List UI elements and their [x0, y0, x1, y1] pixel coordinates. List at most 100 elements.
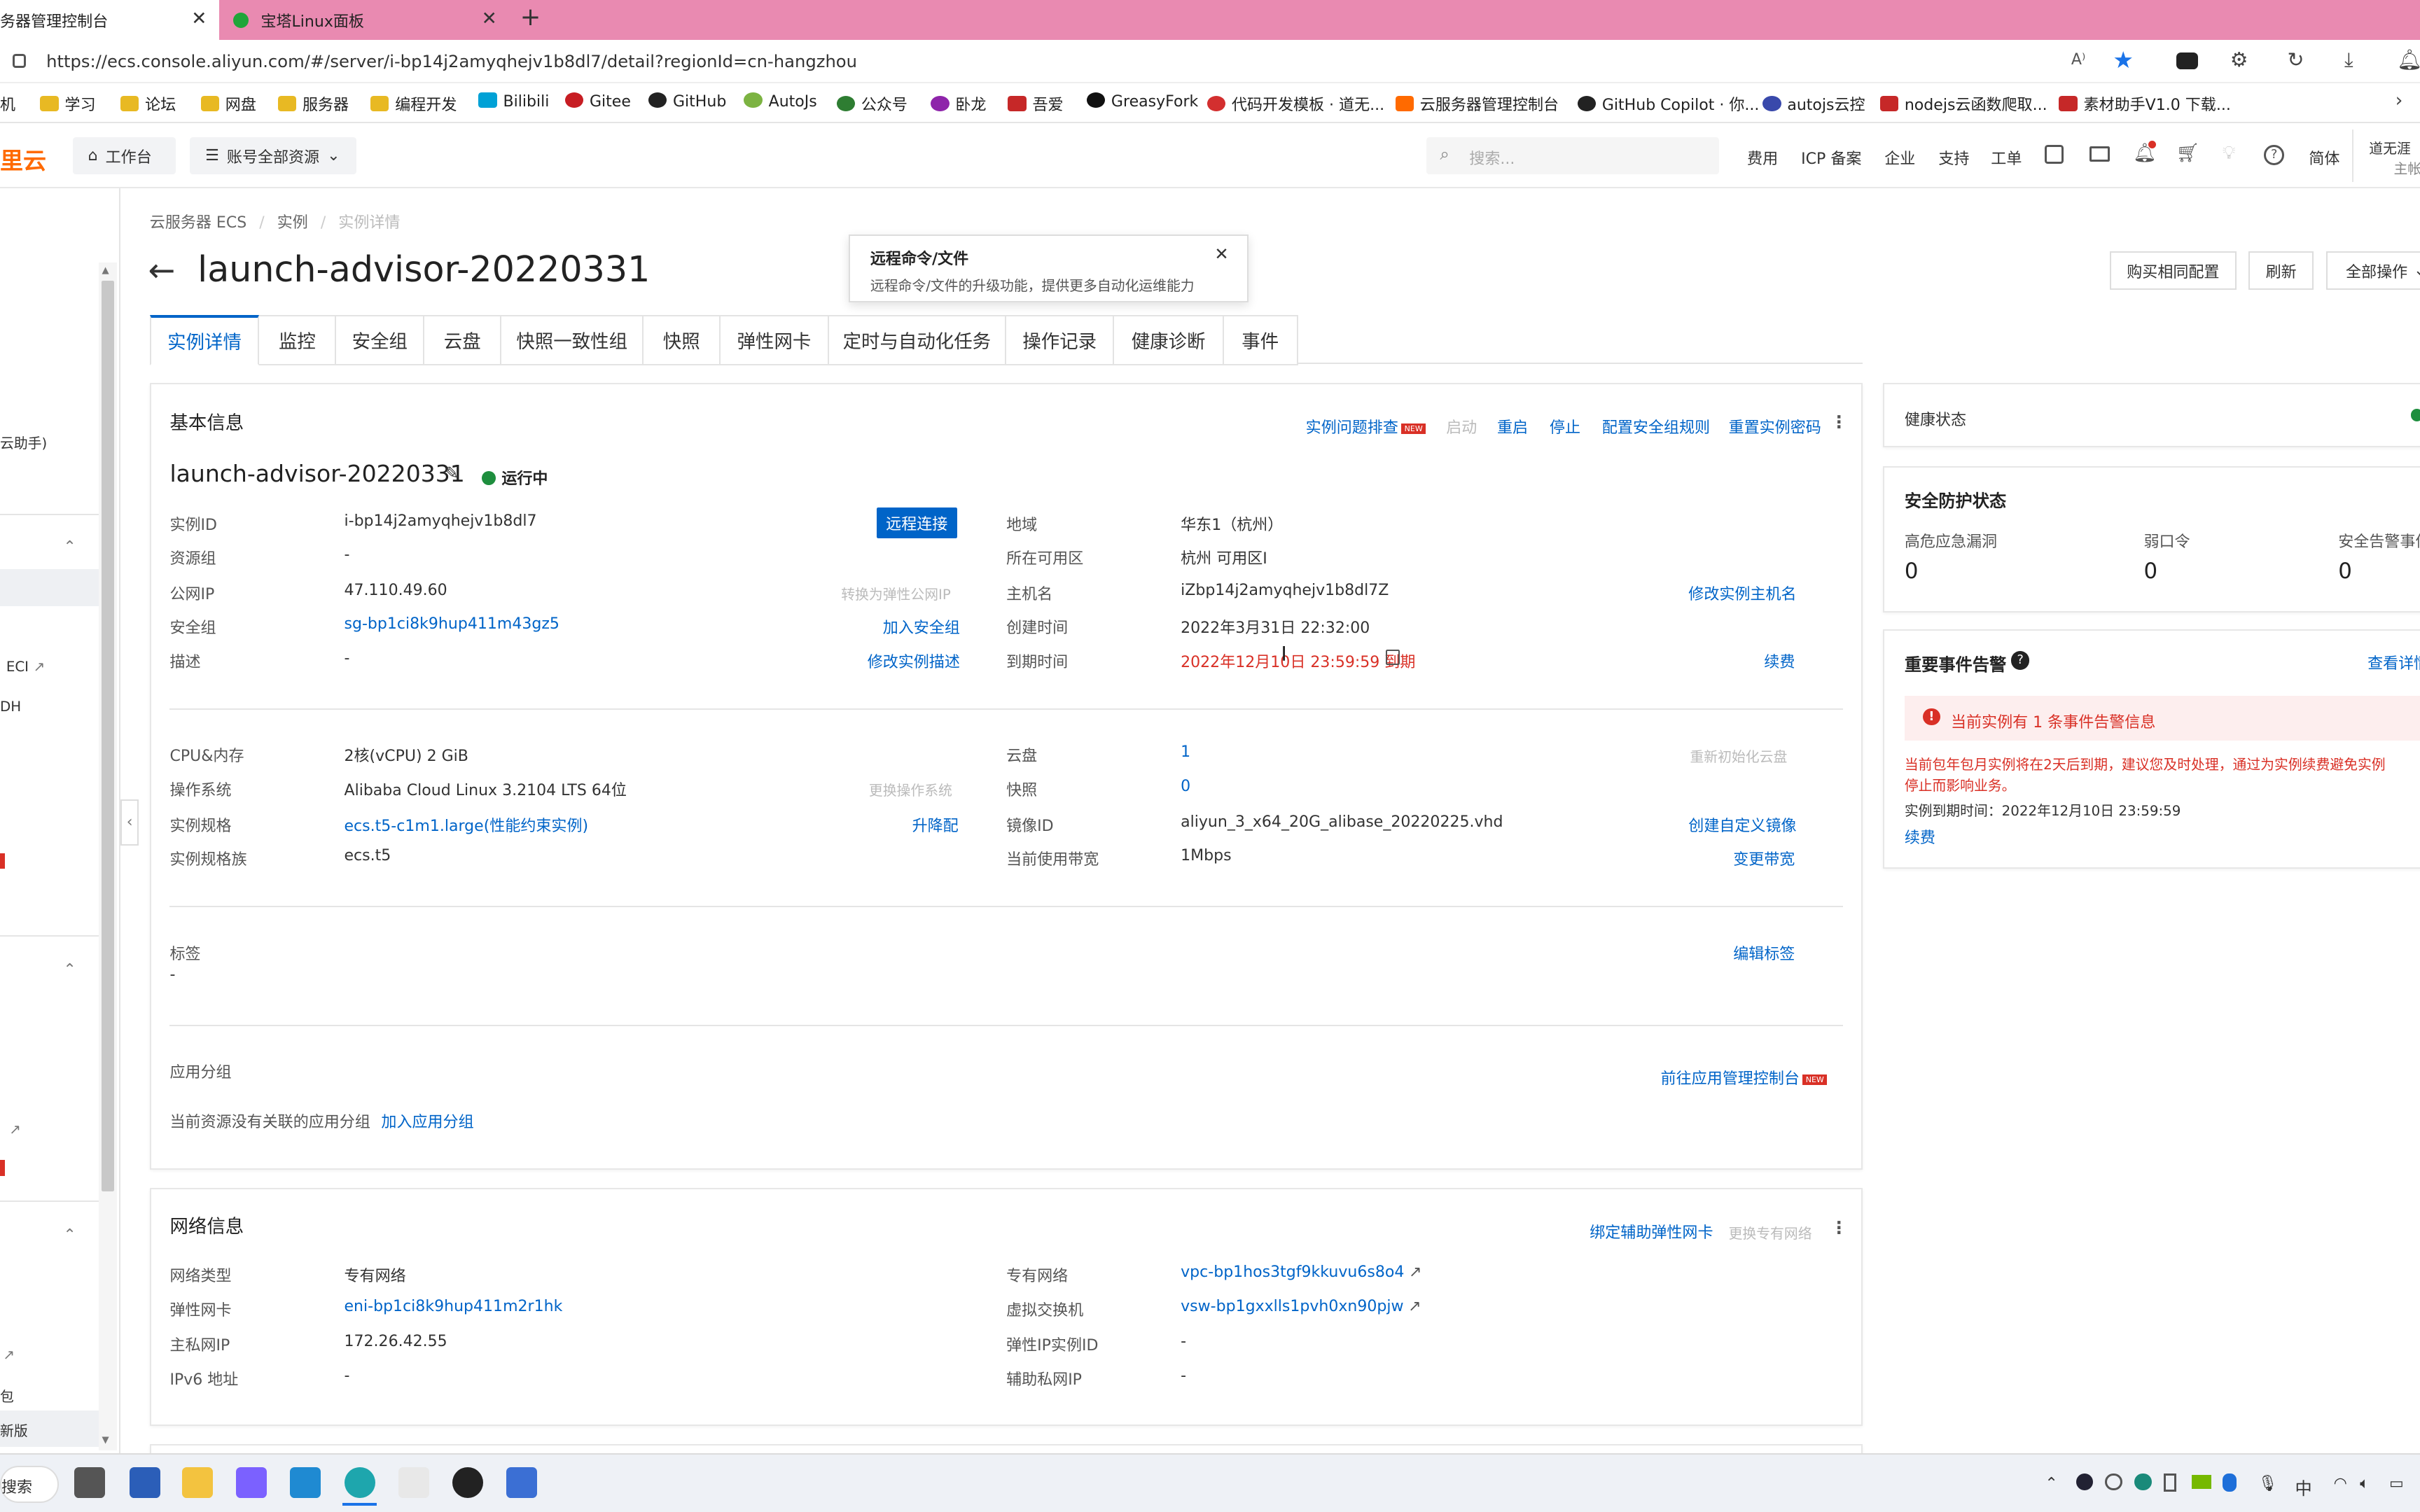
bookmark-item[interactable]: AutoJs: [744, 92, 817, 111]
tray-app-icon[interactable]: [2105, 1473, 2122, 1491]
create-image-link[interactable]: 创建自定义镜像: [1688, 813, 1796, 836]
tab-automation[interactable]: 定时与自动化任务: [828, 314, 1007, 366]
tab-snapshot[interactable]: 快照: [644, 314, 721, 366]
bookmark-item[interactable]: 公众号: [836, 92, 908, 115]
change-vpc-link[interactable]: 更换专有网络: [1729, 1222, 1812, 1242]
workbench-button[interactable]: ⌂ 工作台: [72, 137, 176, 175]
bind-eni-link[interactable]: 绑定辅助弹性网卡: [1590, 1220, 1713, 1242]
ime-indicator[interactable]: 中: [2295, 1475, 2311, 1499]
url-input[interactable]: https://ecs.console.aliyun.com/#/server/…: [46, 51, 857, 71]
security-value[interactable]: 0: [1905, 559, 1919, 584]
bookmark-folder[interactable]: 论坛: [120, 92, 176, 115]
external-link-icon[interactable]: ↗: [9, 1121, 21, 1138]
bookmark-item[interactable]: 卧龙: [931, 92, 986, 115]
nvidia-icon[interactable]: [2191, 1475, 2212, 1489]
edit-hostname-link[interactable]: 修改实例主机名: [1688, 582, 1796, 604]
bookmark-folder[interactable]: 服务器: [277, 92, 349, 115]
security-value[interactable]: 0: [2143, 559, 2157, 584]
app-icon[interactable]: [398, 1467, 429, 1499]
bookmark-item[interactable]: GitHub Copilot · 你...: [1577, 92, 1759, 115]
lightbulb-icon[interactable]: 💡︎: [2223, 142, 2236, 164]
close-icon[interactable]: ✕: [191, 8, 207, 29]
bell-icon[interactable]: 🔔︎: [2397, 48, 2420, 71]
bookmark-folder[interactable]: 编程开发: [370, 92, 457, 115]
security-group-link[interactable]: sg-bp1ci8k9hup411m43gz5: [345, 615, 559, 633]
browser-tab[interactable]: 宝塔Linux面板 ✕: [224, 0, 510, 40]
remote-connect-button[interactable]: 远程连接: [876, 507, 957, 539]
favorite-star-icon[interactable]: ★: [2113, 46, 2134, 74]
instance-type-link[interactable]: ecs.t5-c1m1.large(性能约束实例): [345, 813, 589, 836]
more-vertical-icon[interactable]: ⋮: [1830, 1217, 1847, 1238]
sidebar-item-selected[interactable]: [0, 569, 99, 607]
reinit-disk-link[interactable]: 重新初始化云盘: [1690, 746, 1787, 766]
change-os-link[interactable]: 更换操作系统: [869, 779, 952, 799]
tab-disk[interactable]: 云盘: [424, 314, 502, 366]
edge-icon[interactable]: [344, 1467, 375, 1499]
bookmark-folder[interactable]: 学习: [40, 92, 96, 115]
stop-button[interactable]: 停止: [1550, 415, 1580, 438]
tab-events[interactable]: 事件: [1223, 314, 1298, 366]
aliyun-logo[interactable]: 里云: [0, 142, 46, 176]
bookmark-item[interactable]: Bilibili: [478, 92, 549, 111]
tray-app-icon[interactable]: [2134, 1473, 2152, 1491]
restart-button[interactable]: 重启: [1497, 415, 1528, 438]
sidebar-item-cloud-assistant[interactable]: 云助手): [0, 432, 47, 452]
microphone-icon[interactable]: 🎙︎: [2258, 1475, 2278, 1492]
read-aloud-icon[interactable]: A⁾: [2071, 51, 2085, 69]
external-link-icon[interactable]: ↗: [3, 1347, 15, 1363]
nav-support[interactable]: 支持: [1938, 146, 1969, 169]
snapshot-count-link[interactable]: 0: [1181, 778, 1190, 795]
tab-security-group[interactable]: 安全组: [336, 314, 425, 366]
scroll-up-icon[interactable]: ▲: [102, 265, 109, 276]
tab-snapshot-consistency[interactable]: 快照一致性组: [501, 314, 644, 366]
sidebar-scrollbar-thumb[interactable]: [102, 281, 115, 1191]
bookmark-item[interactable]: 吾爱: [1008, 92, 1064, 115]
image-icon[interactable]: [2089, 146, 2110, 162]
search-input[interactable]: ⌕ 搜索...: [1426, 137, 1720, 175]
tab-eni[interactable]: 弹性网卡: [721, 314, 829, 366]
breadcrumb-ecs[interactable]: 云服务器 ECS: [150, 214, 246, 232]
copy-icon[interactable]: [1386, 649, 1400, 665]
sidebar-collapse-button[interactable]: ‹: [120, 799, 139, 846]
troubleshoot-link[interactable]: 实例问题排查 NEW: [1306, 415, 1426, 438]
edit-description-link[interactable]: 修改实例描述: [868, 650, 960, 672]
battery-icon[interactable]: ▭: [2389, 1475, 2404, 1492]
edit-pencil-icon[interactable]: ✎: [445, 463, 459, 483]
help-icon[interactable]: ?: [2010, 651, 2030, 670]
edit-tags-link[interactable]: 编辑标签: [1733, 941, 1795, 964]
sidebar-item-new-version[interactable]: 新版: [0, 1410, 99, 1448]
browser-tab-active[interactable]: 务器管理控制台 ✕: [0, 0, 219, 41]
puzzle-icon[interactable]: ⚙: [2230, 48, 2248, 71]
more-vertical-icon[interactable]: ⋮: [1830, 412, 1847, 432]
nav-enterprise[interactable]: 企业: [1884, 146, 1915, 169]
renew-link[interactable]: 续费: [1764, 650, 1795, 672]
history-icon[interactable]: ↻: [2287, 48, 2304, 71]
chevron-up-icon[interactable]: ⌃: [63, 538, 76, 556]
vswitch-link[interactable]: vsw-bp1gxxlls1pvh0xn90pjw ↗: [1181, 1298, 1421, 1315]
language-switch[interactable]: 简体: [2309, 146, 2339, 169]
cloud-shell-icon[interactable]: [2045, 145, 2064, 164]
reset-password-link[interactable]: 重置实例密码: [1729, 415, 1821, 438]
bookmark-item[interactable]: Gitee: [564, 92, 631, 111]
app-console-link[interactable]: 前往应用管理控制台 NEW: [1661, 1066, 1828, 1088]
taskbar-search[interactable]: 搜索: [0, 1465, 59, 1503]
task-view-icon[interactable]: [74, 1467, 105, 1499]
disk-count-link[interactable]: 1: [1181, 743, 1190, 761]
config-sg-rule-link[interactable]: 配置安全组规则: [1602, 415, 1710, 438]
tab-health-diagnosis[interactable]: 健康诊断: [1114, 314, 1224, 366]
tray-chevron-up-icon[interactable]: ⌃: [2045, 1475, 2057, 1492]
user-name[interactable]: 道无涯: [2369, 137, 2410, 158]
app-icon[interactable]: [236, 1467, 267, 1499]
close-icon[interactable]: ✕: [1214, 244, 1228, 264]
notepad-icon[interactable]: [506, 1467, 538, 1499]
all-operations-dropdown[interactable]: 全部操作⌄: [2325, 251, 2420, 290]
change-bandwidth-link[interactable]: 变更带宽: [1733, 847, 1795, 869]
extension-icon[interactable]: [2176, 52, 2198, 70]
vpc-link[interactable]: vpc-bp1hos3tgf9kkuvu6s8o4 ↗: [1181, 1264, 1421, 1281]
wifi-icon[interactable]: ◠: [2334, 1475, 2347, 1492]
bookmark-item[interactable]: nodejs云函数爬取...: [1879, 92, 2047, 115]
new-tab-icon[interactable]: +: [520, 3, 541, 31]
refresh-button[interactable]: 刷新: [2248, 251, 2314, 290]
renew-link[interactable]: 续费: [1905, 825, 1935, 848]
help-icon[interactable]: ?: [2264, 145, 2285, 165]
